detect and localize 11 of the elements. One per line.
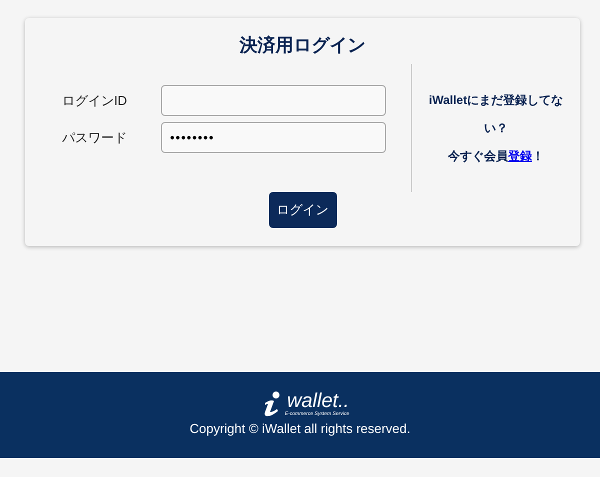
login-button[interactable]: ログイン	[268, 192, 336, 228]
copyright-text: Copyright © iWallet all rights reserved.	[190, 420, 410, 438]
page-title: 決済用ログイン	[240, 34, 366, 57]
register-link[interactable]: 登録	[508, 149, 532, 163]
input-field[interactable]: ••••••••	[161, 122, 386, 153]
field-label: ログインID	[61, 92, 128, 110]
logo-word: wallet..	[286, 391, 350, 412]
register-call: 今すぐ会員登録！	[448, 148, 544, 165]
input-field[interactable]	[161, 85, 386, 116]
field-label: パスワード	[61, 128, 128, 147]
register-prompt: iWalletにまだ登録してない？	[428, 92, 564, 137]
